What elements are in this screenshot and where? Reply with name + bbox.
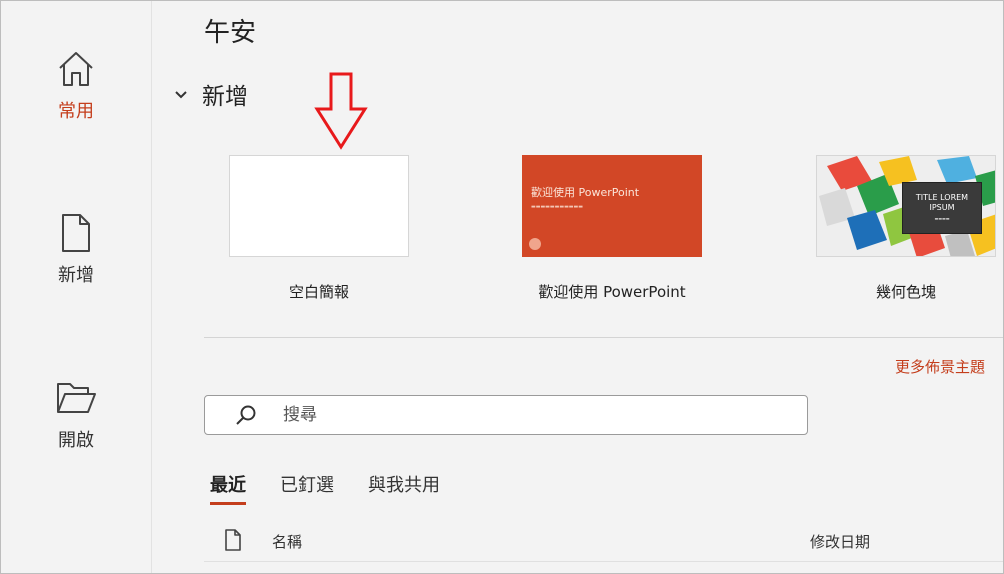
file-tabs: 最近 已釘選 與我共用 xyxy=(210,471,474,505)
file-type-icon xyxy=(225,529,241,551)
thumbnail-subtitle-line: ▬▬▬▬ xyxy=(934,216,950,221)
powerpoint-logo-icon xyxy=(529,238,541,250)
sidebar: 常用 新增 開啟 xyxy=(1,1,152,573)
tab-recent[interactable]: 最近 xyxy=(210,471,246,505)
more-themes-link[interactable]: 更多佈景主題 xyxy=(895,356,985,377)
annotation-arrow-icon xyxy=(314,72,368,150)
template-powerpoint-welcome[interactable]: 歡迎使用 PowerPoint ▬▬▬▬▬▬▬▬▬▬▬ 歡迎使用 PowerPo… xyxy=(522,155,702,302)
column-header-name[interactable]: 名稱 xyxy=(272,531,302,552)
template-thumbnail: 歡迎使用 PowerPoint ▬▬▬▬▬▬▬▬▬▬▬ xyxy=(522,155,702,257)
sidebar-item-label: 常用 xyxy=(58,101,94,122)
column-header-modified[interactable]: 修改日期 xyxy=(810,531,870,552)
template-label: 幾何色塊 xyxy=(875,283,936,301)
new-document-icon xyxy=(54,211,98,255)
template-label: 空白簡報 xyxy=(288,283,349,301)
template-blank[interactable]: 空白簡報 xyxy=(229,155,409,302)
file-list-header: 名稱 修改日期 xyxy=(204,519,1003,562)
thumbnail-title-box: TITLE LOREM IPSUM ▬▬▬▬ xyxy=(902,182,982,234)
template-thumbnail: TITLE LOREM IPSUM ▬▬▬▬ xyxy=(816,155,996,257)
sidebar-item-new[interactable]: 新增 xyxy=(1,211,151,287)
sidebar-item-label: 新增 xyxy=(58,265,94,286)
search-icon xyxy=(236,405,256,425)
template-geometric[interactable]: TITLE LOREM IPSUM ▬▬▬▬ 幾何色塊 xyxy=(816,155,996,302)
thumbnail-title: TITLE LOREM IPSUM xyxy=(915,193,969,212)
sidebar-item-label: 開啟 xyxy=(58,430,94,451)
tab-pinned[interactable]: 已釘選 xyxy=(280,471,334,503)
chevron-down-icon xyxy=(175,91,187,99)
template-label: 歡迎使用 PowerPoint xyxy=(538,283,686,301)
app-window: 常用 新增 開啟 午安 新增 空白簡報 歡迎使用 PowerPoint ▬▬▬▬… xyxy=(0,0,1004,574)
search-input[interactable] xyxy=(281,404,765,426)
open-folder-icon xyxy=(54,376,98,420)
section-divider xyxy=(204,337,1003,338)
template-thumbnail xyxy=(229,155,409,257)
greeting: 午安 xyxy=(204,18,257,48)
section-title: 新增 xyxy=(202,84,248,110)
thumbnail-subtitle-line: ▬▬▬▬▬▬▬▬▬▬▬ xyxy=(531,204,583,210)
home-icon xyxy=(54,47,98,91)
tab-shared-with-me[interactable]: 與我共用 xyxy=(368,471,440,503)
sidebar-item-open[interactable]: 開啟 xyxy=(1,376,151,452)
thumbnail-title: 歡迎使用 PowerPoint xyxy=(531,186,640,199)
sidebar-item-home[interactable]: 常用 xyxy=(1,47,151,123)
new-section-toggle[interactable]: 新增 xyxy=(172,77,248,111)
main-content: 午安 新增 空白簡報 歡迎使用 PowerPoint ▬▬▬▬▬▬▬▬▬▬▬ 歡… xyxy=(152,1,1003,573)
search-box[interactable] xyxy=(204,395,808,435)
